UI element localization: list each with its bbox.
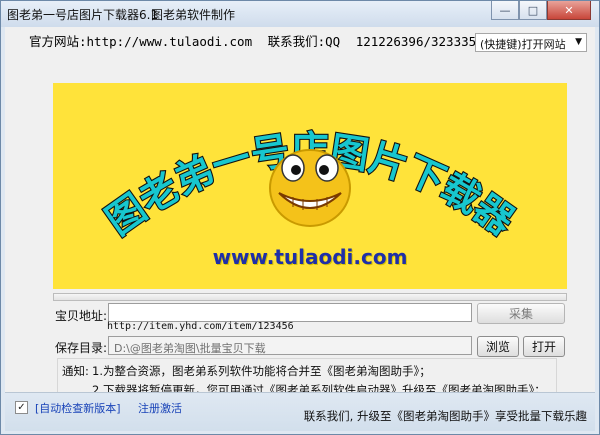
browse-button[interactable]: 浏览 xyxy=(477,336,519,357)
banner-image: 图老弟一号店图片下载器 www.tulaodi.com xyxy=(53,83,567,289)
item-url-input[interactable] xyxy=(108,303,472,322)
item-url-label: 宝贝地址: xyxy=(55,309,108,323)
open-button[interactable]: 打开 xyxy=(523,336,565,357)
minimize-icon: — xyxy=(499,3,511,17)
quick-open-dropdown[interactable]: (快捷键)打开网站 ▼ xyxy=(475,33,587,52)
close-icon: ✕ xyxy=(564,3,574,17)
banner-url: www.tulaodi.com xyxy=(212,245,408,269)
download-progress-bar xyxy=(53,293,567,301)
notice-label: 通知: xyxy=(62,364,89,378)
app-window: 图老弟一号店图片下载器6.1 图老弟软件制作 — □ ✕ 官方网站:http:/… xyxy=(0,0,600,435)
main-panel: 官方网站:http://www.tulaodi.com 联系我们:QQ 1212… xyxy=(5,27,595,431)
save-dir-input[interactable]: D:\@图老弟淘图\批量宝贝下载 xyxy=(108,336,472,355)
status-bar: ✓ [自动检查新版本] 注册激活 联系我们, 升级至《图老弟淘图助手》享受批量下… xyxy=(5,392,595,431)
collect-button[interactable]: 采集 xyxy=(477,303,565,324)
close-button[interactable]: ✕ xyxy=(547,1,591,20)
auto-update-link[interactable]: [自动检查新版本] xyxy=(35,400,121,416)
smiley-face-icon xyxy=(269,149,351,227)
window-controls: — □ ✕ xyxy=(491,1,591,20)
checkmark-icon: ✓ xyxy=(17,402,26,413)
window-title: 图老弟一号店图片下载器6.1 xyxy=(7,8,159,22)
example-url: http://item.yhd.com/item/123456 xyxy=(107,321,294,332)
register-link[interactable]: 注册激活 xyxy=(138,400,182,416)
qq-numbers: 121226396/32333584 xyxy=(355,34,492,49)
notice-line-1: 1.为整合资源，图老弟系列软件功能将合并至《图老弟淘图助手》； xyxy=(92,364,431,378)
window-subtitle: 图老弟软件制作 xyxy=(151,8,236,22)
maximize-button[interactable]: □ xyxy=(519,1,547,20)
footer-promo-text: 联系我们, 升级至《图老弟淘图助手》享受批量下载乐趣 xyxy=(303,409,587,423)
save-dir-label: 保存目录: xyxy=(55,341,108,355)
title-bar[interactable]: 图老弟一号店图片下载器6.1 图老弟软件制作 — □ ✕ xyxy=(1,1,599,27)
header-info: 官方网站:http://www.tulaodi.com 联系我们:QQ 1212… xyxy=(29,31,499,50)
dropdown-value: (快捷键)打开网站 xyxy=(480,38,566,51)
auto-update-checkbox[interactable]: ✓ xyxy=(15,401,28,414)
minimize-button[interactable]: — xyxy=(491,1,519,20)
contact-label: 联系我们:QQ xyxy=(267,34,341,49)
maximize-icon: □ xyxy=(527,3,539,17)
chevron-down-icon: ▼ xyxy=(575,37,582,47)
official-site-label: 官方网站:http://www.tulaodi.com xyxy=(29,34,253,49)
